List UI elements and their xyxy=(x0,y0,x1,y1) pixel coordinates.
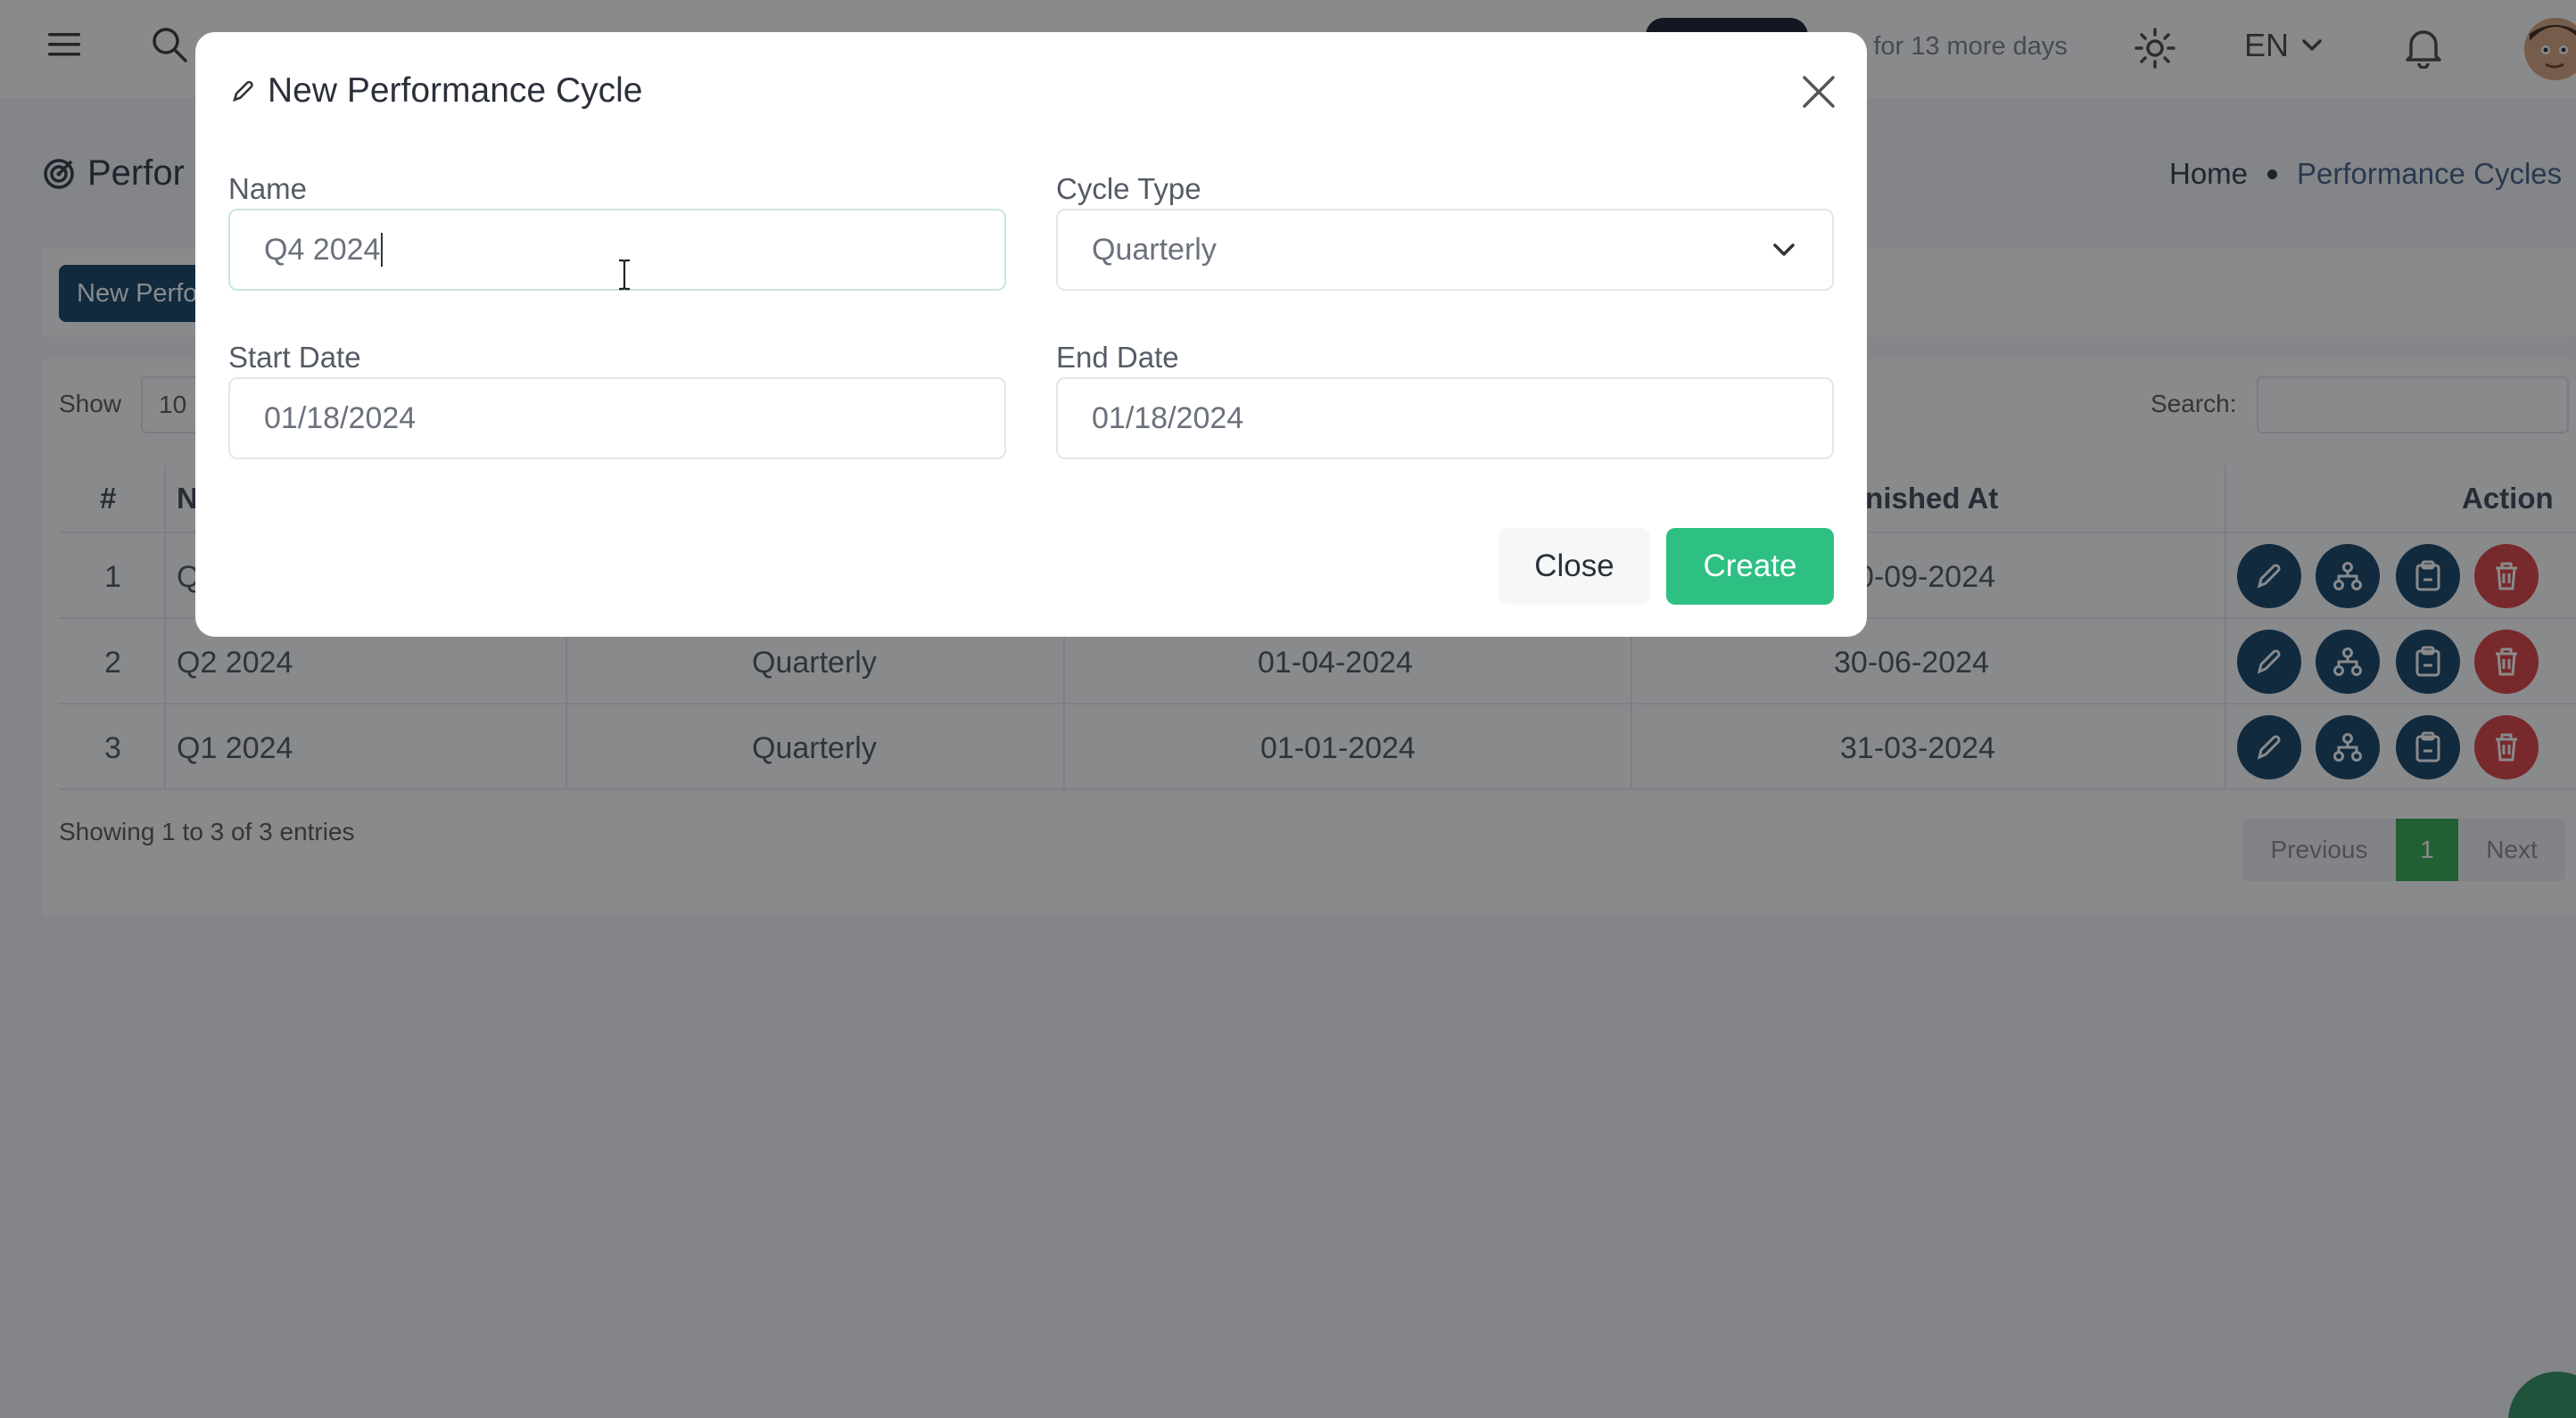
pencil-icon xyxy=(233,80,253,103)
name-label: Name xyxy=(228,172,308,205)
cycle-type-label: Cycle Type xyxy=(1056,172,1201,205)
create-button[interactable]: Create xyxy=(1666,528,1834,605)
start-date-value: 01/18/2024 xyxy=(264,400,417,435)
name-input-value: Q4 2024 xyxy=(264,232,381,267)
text-caret xyxy=(381,233,384,267)
end-date-input[interactable]: 01/18/2024 xyxy=(1056,377,1834,459)
modal-close-x-icon[interactable] xyxy=(1796,70,1841,114)
end-date-label: End Date xyxy=(1056,341,1179,374)
end-date-value: 01/18/2024 xyxy=(1092,400,1244,435)
modal-title-text: New Performance Cycle xyxy=(268,71,643,110)
start-date-label: Start Date xyxy=(228,341,361,374)
close-button[interactable]: Close xyxy=(1499,528,1650,605)
chevron-down-icon xyxy=(1773,243,1795,256)
cycle-type-value: Quarterly xyxy=(1092,232,1217,267)
start-date-input[interactable]: 01/18/2024 xyxy=(228,377,1006,459)
cycle-type-select[interactable]: Quarterly xyxy=(1056,209,1834,291)
text-cursor-icon xyxy=(615,259,633,295)
modal-title: New Performance Cycle xyxy=(230,71,642,111)
